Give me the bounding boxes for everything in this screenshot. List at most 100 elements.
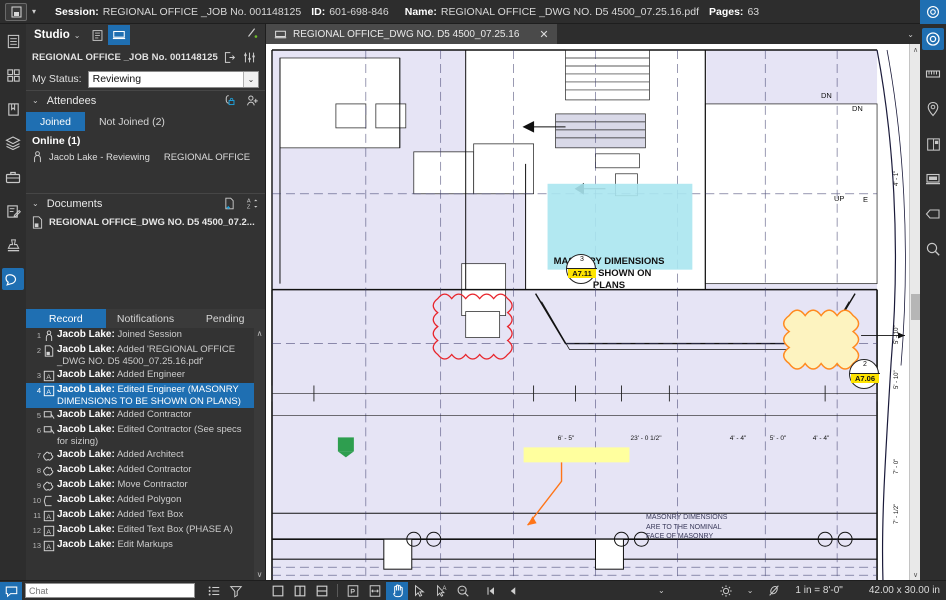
toolbox-icon[interactable] [2,166,24,188]
search-icon[interactable] [922,238,944,260]
add-document-icon[interactable] [223,197,236,210]
invite-attendee-icon[interactable] [246,94,259,107]
list-view-icon[interactable] [203,582,225,600]
pages-value: 63 [747,6,759,18]
documents-title: Documents [47,198,103,210]
document-tab[interactable]: REGIONAL OFFICE_DWG NO. D5 4500_07.25.16… [266,24,557,44]
filter-icon[interactable] [225,582,247,600]
brightness-icon[interactable] [715,582,737,600]
record-entry[interactable]: 12AJacob Lake: Edited Text Box (PHASE A) [26,523,265,538]
tab-joined[interactable]: Joined [26,112,85,131]
split-vertical-icon[interactable] [289,582,311,600]
bookmark-icon[interactable] [2,98,24,120]
record-entry[interactable]: 3AJacob Lake: Added Engineer [26,368,265,383]
record-author: Jacob Lake: [57,424,115,435]
file-menu-caret-icon[interactable]: ▾ [27,3,41,21]
my-status-select[interactable]: Reviewing ⌄ [88,71,259,88]
record-action: Edit Markups [117,539,172,550]
file-menu-button[interactable] [5,3,27,21]
record-index: 6 [28,424,41,435]
record-author: Jacob Lake: [57,384,115,395]
documents-section-header[interactable]: ⌄ Documents AZ [26,193,265,213]
documents-caret-icon[interactable]: ⌄ [32,199,39,208]
pdf-canvas[interactable]: MASONRY DIMENSIONSTO BE SHOWN ONPLANS LI… [266,44,920,580]
attendee-permissions-icon[interactable] [223,94,236,107]
snapshot-icon[interactable] [763,582,785,600]
panel-title-caret-icon[interactable]: ⌄ [74,31,81,40]
stamp-icon[interactable] [2,234,24,256]
record-entry[interactable]: 7Jacob Lake: Added Architect [26,448,265,463]
previous-page-icon[interactable] [502,582,524,600]
scroll-down-icon[interactable]: ∨ [257,569,263,580]
record-entry[interactable]: 13AJacob Lake: Edit Markups [26,538,265,553]
scroll-up-icon[interactable]: ∧ [910,44,920,55]
record-entry[interactable]: 2Jacob Lake: Added 'REGIONAL OFFICE _DWG… [26,343,265,368]
attendees-caret-icon[interactable]: ⌄ [32,96,39,105]
location-pin-icon[interactable] [922,98,944,120]
revu-settings-button[interactable] [920,0,946,24]
studio-panel-icon[interactable] [922,28,944,50]
studio-sessions-icon[interactable] [108,25,130,45]
record-entry[interactable]: 5Jacob Lake: Added Contractor [26,408,265,423]
record-author: Jacob Lake: [57,449,115,460]
documents-list: REGIONAL OFFICE_DWG NO. D5 4500_07.2... [26,213,265,309]
floor-plan-drawing[interactable] [266,44,920,580]
ruler-icon[interactable] [922,63,944,85]
thumbnails-icon[interactable] [2,30,24,52]
tab-pending[interactable]: Pending [185,309,265,328]
record-entry[interactable]: 1Jacob Lake: Joined Session [26,328,265,343]
session-settings-icon[interactable] [239,48,259,66]
fit-width-icon[interactable] [364,582,386,600]
svg-text:A: A [46,529,51,536]
markups-list-icon[interactable] [2,200,24,222]
sidebar-item-studio[interactable] [2,268,24,290]
page-caret-icon[interactable]: ⌄ [658,586,665,595]
record-entry[interactable]: 6Jacob Lake: Edited Contractor (See spec… [26,423,265,448]
tab-overflow-caret-icon[interactable]: ⌄ [907,24,914,44]
chat-icon[interactable] [0,582,22,600]
close-icon[interactable]: ✕ [525,28,548,41]
tag-icon[interactable] [922,203,944,225]
attendees-section-header[interactable]: ⌄ Attendees [26,90,265,110]
session-link-icon[interactable] [245,26,259,40]
brightness-caret-icon[interactable]: ⌄ [747,586,754,595]
record-entry[interactable]: 4AJacob Lake: Edited Engineer (MASONRY D… [26,383,265,408]
document-name-label: Name: [405,6,437,18]
record-list[interactable]: 1Jacob Lake: Joined Session2Jacob Lake: … [26,328,265,580]
record-entry[interactable]: 9Jacob Lake: Move Contractor [26,478,265,493]
chat-input[interactable]: Chat [25,583,195,598]
layers-icon[interactable] [2,132,24,154]
grid-icon[interactable] [2,64,24,86]
attendee-row[interactable]: Jacob Lake - Reviewing REGIONAL OFFICE [26,149,265,165]
scrollbar-thumb[interactable] [911,294,920,320]
textbox-icon: A [41,524,57,537]
leave-session-icon[interactable] [219,48,239,66]
tab-notifications[interactable]: Notifications [106,309,186,328]
select-tool-icon[interactable] [408,582,430,600]
scroll-down-icon[interactable]: ∨ [910,569,920,580]
record-entry[interactable]: 10Jacob Lake: Added Polygon [26,493,265,508]
single-page-icon[interactable] [267,582,289,600]
record-index: 1 [28,329,41,340]
sort-documents-icon[interactable]: AZ [246,197,259,210]
record-scrollbar[interactable]: ∧ ∨ [254,328,265,580]
fit-page-icon[interactable] [342,582,364,600]
document-icon [41,344,57,357]
tab-not-joined[interactable]: Not Joined (2) [85,112,179,131]
zoom-tool-icon[interactable] [452,582,474,600]
record-entry[interactable]: 11AJacob Lake: Added Text Box [26,508,265,523]
record-entry[interactable]: 8Jacob Lake: Added Contractor [26,463,265,478]
pan-tool-icon[interactable] [386,582,408,600]
my-status-caret-icon[interactable]: ⌄ [243,72,258,87]
first-page-icon[interactable] [480,582,502,600]
studio-projects-icon[interactable] [86,25,108,45]
tab-record[interactable]: Record [26,309,106,328]
scroll-up-icon[interactable]: ∧ [257,328,263,339]
text-select-icon[interactable]: A [430,582,452,600]
presentation-icon[interactable] [922,168,944,190]
compare-icon[interactable] [922,133,944,155]
split-horizontal-icon[interactable] [311,582,333,600]
document-row[interactable]: REGIONAL OFFICE_DWG NO. D5 4500_07.2... [26,213,265,232]
document-vertical-scrollbar[interactable]: ∧ ∨ [909,44,920,580]
record-author: Jacob Lake: [57,524,115,535]
